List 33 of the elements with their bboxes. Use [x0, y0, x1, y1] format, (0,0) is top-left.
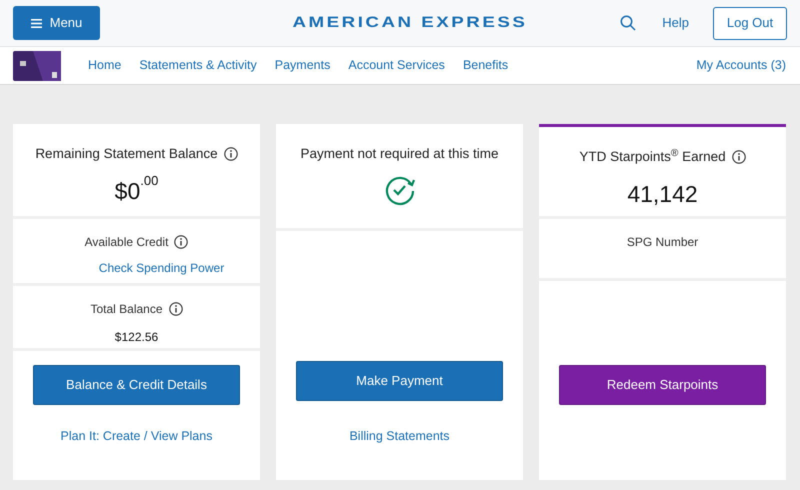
card-link[interactable]: Plan It: Create / View Plans: [60, 427, 212, 442]
logout-button[interactable]: Log Out: [713, 6, 787, 40]
my-accounts-link[interactable]: My Accounts (3): [696, 56, 786, 75]
info-icon[interactable]: [224, 147, 238, 162]
section-label: SPG Number: [626, 234, 698, 251]
nav-link[interactable]: Payments: [274, 56, 332, 75]
action-button[interactable]: Make Payment: [296, 361, 503, 401]
card-thumbnail[interactable]: [13, 50, 61, 80]
info-icon[interactable]: [168, 302, 183, 316]
balance-value: $122.56: [114, 329, 158, 346]
section-heading: Remaining Statement Balance: [35, 145, 218, 163]
balance-amount: $0$^{.00}$: [114, 174, 158, 206]
section-label: Total Balance: [90, 301, 163, 318]
nav-link[interactable]: Account Services: [347, 56, 446, 75]
logo[interactable]: AMERICAN EXPRESS: [292, 12, 528, 34]
nav-link[interactable]: Statements & Activity: [138, 56, 258, 75]
search-icon[interactable]: [620, 15, 636, 31]
check-spending-power-link[interactable]: Check Spending Power: [98, 259, 224, 277]
info-icon[interactable]: [732, 150, 746, 164]
action-button[interactable]: Balance & Credit Details: [33, 365, 240, 405]
section-heading: Payment not required at this time: [300, 145, 499, 163]
help-link[interactable]: Help: [662, 13, 689, 33]
nav-link[interactable]: Benefits: [462, 56, 510, 75]
section-heading: YTD Starpoints$^{®}$ Earned: [579, 147, 726, 166]
info-icon[interactable]: [174, 235, 188, 249]
nav-link[interactable]: Home: [87, 56, 122, 75]
section-label: Available Credit: [84, 234, 168, 251]
card-link[interactable]: Billing Statements: [349, 427, 450, 442]
starpoints-value: 41,142: [627, 180, 698, 210]
menu-button[interactable]: Menu: [13, 6, 100, 40]
check-circle-icon: [384, 174, 416, 206]
action-button[interactable]: Redeem Starpoints: [559, 365, 766, 405]
menu-icon: [30, 18, 42, 28]
